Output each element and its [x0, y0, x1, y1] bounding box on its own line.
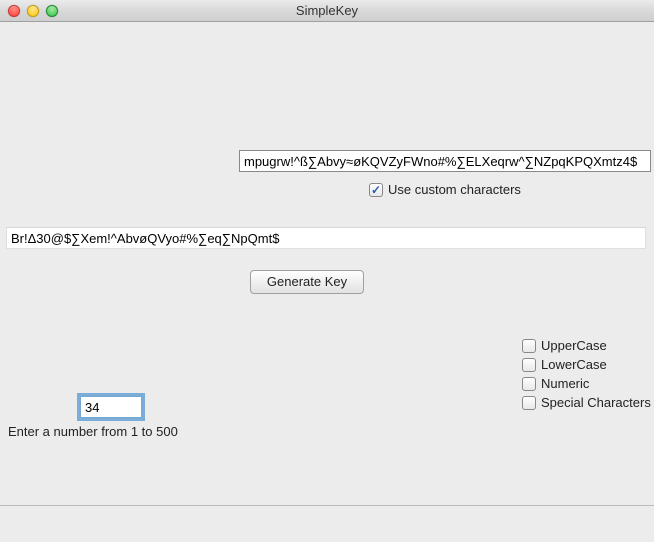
use-custom-characters-checkbox[interactable]: Use custom characters — [369, 182, 521, 197]
numeric-checkbox[interactable]: Numeric — [522, 376, 651, 391]
numeric-label: Numeric — [541, 376, 589, 391]
title-bar: SimpleKey — [0, 0, 654, 22]
minimize-icon[interactable] — [27, 5, 39, 17]
custom-characters-input[interactable]: mpugrw!^ß∑Abvy≈øKQVZyFWno#%∑ELXeqrw^∑NZp… — [239, 150, 651, 172]
checkbox-icon — [522, 396, 536, 410]
length-hint: Enter a number from 1 to 500 — [8, 424, 178, 439]
length-input[interactable]: 34 — [80, 396, 142, 418]
generate-key-button[interactable]: Generate Key — [250, 270, 364, 294]
lowercase-checkbox[interactable]: LowerCase — [522, 357, 651, 372]
window-title: SimpleKey — [0, 3, 654, 18]
checkbox-icon — [522, 339, 536, 353]
window-controls — [8, 5, 58, 17]
checkbox-icon — [369, 183, 383, 197]
special-characters-checkbox[interactable]: Special Characters — [522, 395, 651, 410]
zoom-icon[interactable] — [46, 5, 58, 17]
checkbox-icon — [522, 358, 536, 372]
lowercase-label: LowerCase — [541, 357, 607, 372]
uppercase-label: UpperCase — [541, 338, 607, 353]
content-area: mpugrw!^ß∑Abvy≈øKQVZyFWno#%∑ELXeqrw^∑NZp… — [0, 22, 654, 506]
character-options: UpperCase LowerCase Numeric Special Char… — [522, 338, 651, 410]
footer — [0, 506, 654, 542]
use-custom-characters-label: Use custom characters — [388, 182, 521, 197]
uppercase-checkbox[interactable]: UpperCase — [522, 338, 651, 353]
generated-key-output[interactable]: Br!Δ30@$∑Xem!^AbvøQVyo#%∑eq∑NpQmt$ — [6, 227, 646, 249]
checkbox-icon — [522, 377, 536, 391]
special-characters-label: Special Characters — [541, 395, 651, 410]
close-icon[interactable] — [8, 5, 20, 17]
